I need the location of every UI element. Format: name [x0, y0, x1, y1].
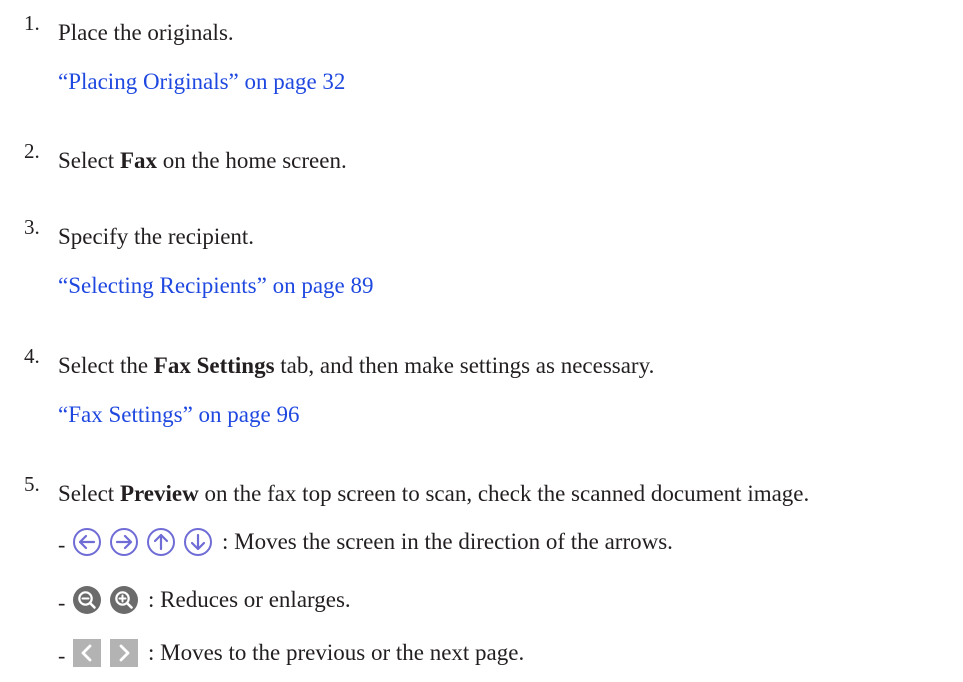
zoom-icons	[72, 584, 146, 616]
bullet-dash: -	[58, 532, 66, 557]
tab-name: Fax Settings	[153, 353, 275, 378]
step-number: 1.	[24, 11, 40, 35]
step-text-post: tab, and then make settings as necessary…	[274, 353, 655, 378]
step-text: Select Preview on the fax top screen to …	[58, 482, 809, 505]
step-text-pre: Select	[58, 481, 120, 506]
zoom-out-icon	[72, 585, 102, 615]
step-number: 5.	[24, 472, 40, 496]
bullet-description: : Reduces or enlarges.	[148, 587, 351, 612]
cross-reference-link[interactable]: “Fax Settings” on page 96	[58, 403, 299, 426]
step-text: Select the Fax Settings tab, and then ma…	[58, 354, 654, 377]
zoom-in-icon	[109, 585, 139, 615]
next-page-icon	[109, 638, 139, 668]
bullet-page-navigation: - : Moves to the previous or the next pa…	[58, 637, 958, 673]
bullet-dash: -	[58, 643, 66, 668]
cross-reference-link[interactable]: “Placing Originals” on page 32	[58, 70, 345, 93]
arrow-icons	[72, 526, 220, 558]
bullet-description: : Moves to the previous or the next page…	[148, 640, 525, 665]
arrow-down-circle-icon	[183, 527, 213, 557]
button-name: Preview	[119, 481, 199, 506]
step-number: 3.	[24, 215, 40, 239]
menu-item-name: Fax	[119, 148, 158, 173]
step-text-pre: Select	[58, 148, 120, 173]
step-text: Specify the recipient.	[58, 224, 255, 249]
cross-reference-link[interactable]: “Selecting Recipients” on page 89	[58, 274, 374, 297]
step-number: 4.	[24, 344, 40, 368]
bullet-description: : Moves the screen in the direction of t…	[222, 529, 673, 554]
bullet-zoom: - : Reduces or enlarges.	[58, 584, 958, 620]
bullet-dash: -	[58, 590, 66, 615]
arrow-up-circle-icon	[146, 527, 176, 557]
arrow-left-circle-icon	[72, 527, 102, 557]
arrow-right-circle-icon	[109, 527, 139, 557]
step-text: Place the originals.	[58, 20, 234, 45]
page-nav-icons	[72, 637, 146, 669]
step-text-post: on the home screen.	[157, 148, 347, 173]
step-text-post: on the fax top screen to scan, check the…	[198, 481, 810, 506]
step-text-pre: Select the	[58, 353, 154, 378]
previous-page-icon	[72, 638, 102, 668]
document-page: 1. Place the originals. “Placing Origina…	[0, 0, 963, 682]
step-text: Select Fax on the home screen.	[58, 149, 347, 172]
bullet-arrows: - : Moves the screen in the direction of…	[58, 526, 958, 562]
step-number: 2.	[24, 139, 40, 163]
